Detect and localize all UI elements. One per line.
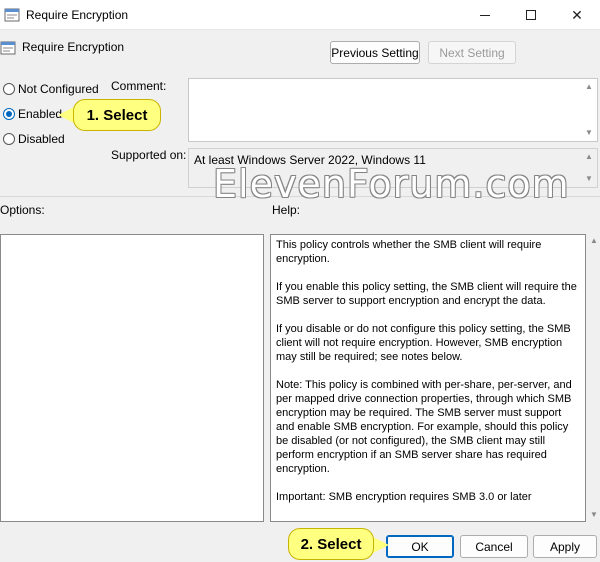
radio-circle[interactable] bbox=[3, 133, 15, 145]
radio-circle[interactable] bbox=[3, 83, 15, 95]
scroll-down-icon[interactable]: ▼ bbox=[584, 174, 594, 184]
radio-label: Enabled bbox=[18, 107, 63, 121]
help-panel: This policy controls whether the SMB cli… bbox=[270, 234, 586, 522]
scroll-down-icon[interactable]: ▼ bbox=[589, 510, 599, 520]
radio-circle[interactable] bbox=[3, 108, 15, 120]
maximize-icon bbox=[526, 10, 536, 20]
comment-textarea[interactable]: ▲ ▼ bbox=[188, 78, 598, 142]
minimize-icon bbox=[480, 14, 490, 16]
help-paragraph: Note: This policy is combined with per-s… bbox=[276, 379, 572, 475]
callout-pointer bbox=[373, 537, 389, 553]
radio-label: Disabled bbox=[18, 132, 65, 146]
apply-button[interactable]: Apply bbox=[533, 535, 597, 558]
maximize-button[interactable] bbox=[508, 0, 554, 30]
close-button[interactable]: ✕ bbox=[554, 0, 600, 30]
radio-disabled[interactable]: Disabled bbox=[3, 132, 65, 146]
options-label: Options: bbox=[0, 203, 45, 217]
title-bar: Require Encryption ✕ bbox=[0, 0, 600, 30]
scroll-down-icon[interactable]: ▼ bbox=[584, 128, 594, 138]
scroll-up-icon[interactable]: ▲ bbox=[589, 236, 599, 246]
help-scrollbar[interactable]: ▲ ▼ bbox=[587, 234, 600, 522]
help-paragraph: If you enable this policy setting, the S… bbox=[276, 281, 577, 307]
supported-on-label: Supported on: bbox=[111, 148, 187, 162]
scroll-up-icon[interactable]: ▲ bbox=[584, 82, 594, 92]
callout-step-1: 1. Select bbox=[73, 99, 161, 131]
window-title: Require Encryption bbox=[26, 8, 129, 22]
ok-button[interactable]: OK bbox=[386, 535, 454, 558]
radio-label: Not Configured bbox=[18, 82, 99, 96]
previous-setting-button[interactable]: Previous Setting bbox=[330, 41, 420, 64]
policy-setting-icon bbox=[4, 8, 20, 22]
help-label: Help: bbox=[272, 203, 301, 217]
policy-name: Require Encryption bbox=[22, 40, 125, 54]
help-paragraph: Important: SMB encryption requires SMB 3… bbox=[276, 491, 532, 503]
cancel-button[interactable]: Cancel bbox=[460, 535, 528, 558]
scroll-up-icon[interactable]: ▲ bbox=[584, 152, 594, 162]
close-icon: ✕ bbox=[571, 6, 583, 23]
radio-not-configured[interactable]: Not Configured bbox=[3, 82, 99, 96]
comment-label: Comment: bbox=[111, 79, 167, 93]
options-panel bbox=[0, 234, 264, 522]
next-setting-button[interactable]: Next Setting bbox=[428, 41, 516, 64]
watermark: ElevenForum.com bbox=[213, 162, 570, 206]
callout-pointer bbox=[58, 107, 74, 123]
radio-enabled[interactable]: Enabled bbox=[3, 107, 62, 121]
callout-step-2: 2. Select bbox=[288, 528, 374, 560]
help-paragraph: If you disable or do not configure this … bbox=[276, 323, 571, 363]
minimize-button[interactable] bbox=[462, 0, 508, 30]
policy-setting-icon bbox=[0, 41, 16, 55]
help-paragraph: This policy controls whether the SMB cli… bbox=[276, 239, 542, 265]
